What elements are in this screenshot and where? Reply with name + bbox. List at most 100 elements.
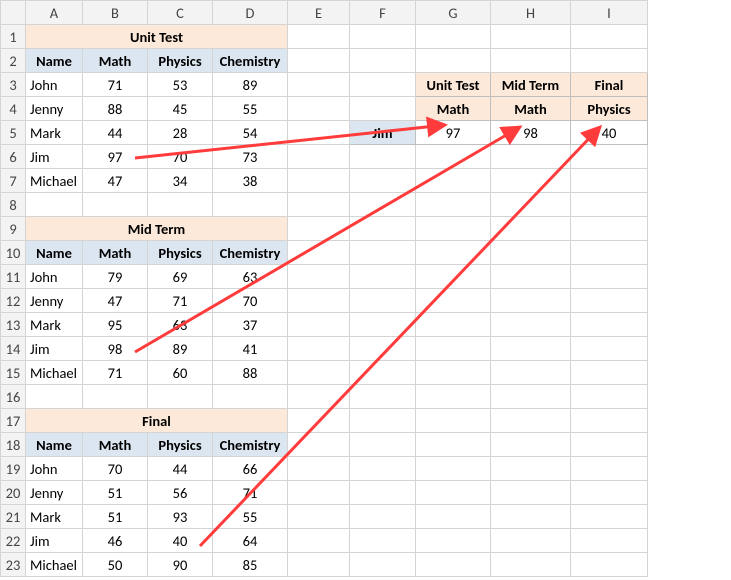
cell[interactable] — [213, 193, 288, 217]
unit-test-name-1[interactable]: Jenny — [26, 97, 83, 121]
unit-test-physics-3[interactable]: 70 — [148, 145, 213, 169]
col-header-G[interactable]: G — [416, 1, 491, 25]
cell[interactable] — [288, 145, 350, 169]
cell[interactable] — [571, 241, 648, 265]
final-chem-4[interactable]: 85 — [213, 553, 288, 577]
cell[interactable] — [288, 433, 350, 457]
cell[interactable] — [491, 145, 571, 169]
cell[interactable] — [350, 193, 416, 217]
cell[interactable] — [491, 385, 571, 409]
row-header-16[interactable]: 16 — [1, 385, 26, 409]
final-physics-0[interactable]: 44 — [148, 457, 213, 481]
cell[interactable] — [416, 265, 491, 289]
final-hdr-name[interactable]: Name — [26, 433, 83, 457]
cell[interactable] — [26, 385, 83, 409]
unit-test-physics-1[interactable]: 45 — [148, 97, 213, 121]
final-hdr-math[interactable]: Math — [83, 433, 148, 457]
unit-test-chem-4[interactable]: 38 — [213, 169, 288, 193]
cell[interactable] — [288, 505, 350, 529]
cell[interactable] — [350, 217, 416, 241]
cell[interactable] — [571, 385, 648, 409]
cell[interactable] — [491, 361, 571, 385]
cell[interactable] — [83, 193, 148, 217]
col-header-F[interactable]: F — [350, 1, 416, 25]
lookup-hdr-2[interactable]: Final — [571, 73, 648, 97]
cell[interactable] — [571, 217, 648, 241]
row-header-5[interactable]: 5 — [1, 121, 26, 145]
cell[interactable] — [350, 169, 416, 193]
mid-term-physics-4[interactable]: 60 — [148, 361, 213, 385]
final-physics-2[interactable]: 93 — [148, 505, 213, 529]
col-header-I[interactable]: I — [571, 1, 648, 25]
mid-term-name-4[interactable]: Michael — [26, 361, 83, 385]
cell[interactable] — [416, 553, 491, 577]
cell[interactable] — [416, 409, 491, 433]
cell[interactable] — [491, 529, 571, 553]
unit-test-math-0[interactable]: 71 — [83, 73, 148, 97]
row-header-19[interactable]: 19 — [1, 457, 26, 481]
cell[interactable] — [350, 457, 416, 481]
unit-test-hdr-name[interactable]: Name — [26, 49, 83, 73]
cell[interactable] — [416, 169, 491, 193]
cell[interactable] — [571, 361, 648, 385]
cell[interactable] — [288, 217, 350, 241]
row-header-11[interactable]: 11 — [1, 265, 26, 289]
select-all-corner[interactable] — [1, 1, 26, 25]
final-chem-1[interactable]: 71 — [213, 481, 288, 505]
final-name-2[interactable]: Mark — [26, 505, 83, 529]
cell[interactable] — [491, 217, 571, 241]
cell[interactable] — [350, 361, 416, 385]
cell[interactable] — [416, 145, 491, 169]
cell[interactable] — [491, 169, 571, 193]
unit-test-hdr-math[interactable]: Math — [83, 49, 148, 73]
cell[interactable] — [350, 505, 416, 529]
cell[interactable] — [350, 145, 416, 169]
mid-term-physics-1[interactable]: 71 — [148, 289, 213, 313]
cell[interactable] — [571, 169, 648, 193]
cell[interactable] — [288, 25, 350, 49]
lookup-sub-2[interactable]: Physics — [571, 97, 648, 121]
unit-test-chem-0[interactable]: 89 — [213, 73, 288, 97]
cell[interactable] — [491, 505, 571, 529]
final-physics-4[interactable]: 90 — [148, 553, 213, 577]
cell[interactable] — [288, 289, 350, 313]
final-physics-3[interactable]: 40 — [148, 529, 213, 553]
unit-test-math-1[interactable]: 88 — [83, 97, 148, 121]
cell[interactable] — [491, 409, 571, 433]
unit-test-name-0[interactable]: John — [26, 73, 83, 97]
cell[interactable] — [213, 385, 288, 409]
cell[interactable] — [350, 337, 416, 361]
unit-test-hdr-physics[interactable]: Physics — [148, 49, 213, 73]
cell[interactable] — [288, 313, 350, 337]
row-header-4[interactable]: 4 — [1, 97, 26, 121]
cell[interactable] — [571, 49, 648, 73]
cell[interactable] — [491, 433, 571, 457]
unit-test-math-3[interactable]: 97 — [83, 145, 148, 169]
final-math-0[interactable]: 70 — [83, 457, 148, 481]
row-header-21[interactable]: 21 — [1, 505, 26, 529]
unit-test-physics-2[interactable]: 28 — [148, 121, 213, 145]
final-name-3[interactable]: Jim — [26, 529, 83, 553]
cell[interactable] — [491, 337, 571, 361]
final-physics-1[interactable]: 56 — [148, 481, 213, 505]
final-hdr-physics[interactable]: Physics — [148, 433, 213, 457]
lookup-sub-1[interactable]: Math — [491, 97, 571, 121]
col-header-D[interactable]: D — [213, 1, 288, 25]
row-header-9[interactable]: 9 — [1, 217, 26, 241]
row-header-20[interactable]: 20 — [1, 481, 26, 505]
lookup-sub-0[interactable]: Math — [416, 97, 491, 121]
final-name-4[interactable]: Michael — [26, 553, 83, 577]
final-math-3[interactable]: 46 — [83, 529, 148, 553]
cell[interactable] — [571, 481, 648, 505]
final-name-0[interactable]: John — [26, 457, 83, 481]
cell[interactable] — [416, 289, 491, 313]
row-header-2[interactable]: 2 — [1, 49, 26, 73]
cell[interactable] — [571, 409, 648, 433]
cell[interactable] — [416, 385, 491, 409]
cell[interactable] — [350, 289, 416, 313]
col-header-H[interactable]: H — [491, 1, 571, 25]
cell[interactable] — [350, 529, 416, 553]
row-header-13[interactable]: 13 — [1, 313, 26, 337]
cell[interactable] — [288, 241, 350, 265]
mid-term-chem-4[interactable]: 88 — [213, 361, 288, 385]
